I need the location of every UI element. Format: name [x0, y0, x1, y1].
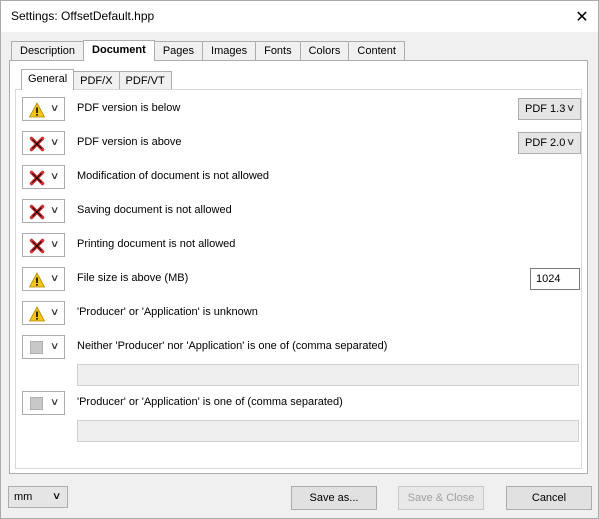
severity-select[interactable]: ∨	[22, 199, 65, 223]
select-value: PDF 1.3	[525, 103, 566, 115]
tab-fonts[interactable]: Fonts	[255, 41, 301, 61]
warning-triangle-icon	[29, 306, 45, 322]
subtab-pdfx[interactable]: PDF/X	[73, 71, 120, 90]
warning-triangle-icon	[29, 272, 45, 288]
severity-select[interactable]: ∨	[22, 391, 65, 415]
chevron-down-icon: ∨	[49, 205, 60, 216]
chevron-down-icon: ∨	[565, 137, 576, 148]
title-bar: Settings: OffsetDefault.hpp ✕	[1, 1, 598, 32]
chevron-down-icon: ∨	[49, 103, 60, 114]
chevron-down-icon: ∨	[51, 491, 62, 502]
chevron-down-icon: ∨	[49, 239, 60, 250]
disabled-square-icon	[30, 341, 43, 354]
severity-select[interactable]: ∨	[22, 131, 65, 155]
rule-row-neither-producer: ∨ Neither 'Producer' nor 'Application' i…	[22, 335, 582, 359]
chevron-down-icon: ∨	[49, 171, 60, 182]
severity-select[interactable]: ∨	[22, 335, 65, 359]
producer-list-input[interactable]	[77, 420, 579, 442]
tab-colors[interactable]: Colors	[299, 41, 350, 61]
save-close-button[interactable]: Save & Close	[398, 486, 484, 510]
settings-dialog: Settings: OffsetDefault.hpp ✕ Descriptio…	[0, 0, 599, 519]
chevron-down-icon: ∨	[49, 341, 60, 352]
rule-label: PDF version is above	[77, 136, 182, 148]
error-x-icon	[29, 204, 45, 220]
tab-images[interactable]: Images	[202, 41, 257, 61]
rule-label: Neither 'Producer' nor 'Application' is …	[77, 340, 388, 352]
tab-document[interactable]: Document	[83, 40, 155, 61]
rule-row-pdf-version-below: ∨ PDF version is below PDF 1.3 ∨	[22, 97, 582, 121]
document-panel: General PDF/X PDF/VT ∨ PDF version is be…	[9, 60, 588, 474]
save-as-button[interactable]: Save as...	[291, 486, 377, 510]
neither-producer-list-input[interactable]	[77, 364, 579, 386]
severity-select[interactable]: ∨	[22, 233, 65, 257]
pdf-version-max-select[interactable]: PDF 2.0 ∨	[518, 132, 581, 154]
rule-label: Saving document is not allowed	[77, 204, 232, 216]
chevron-down-icon: ∨	[49, 397, 60, 408]
cancel-button[interactable]: Cancel	[506, 486, 592, 510]
rule-label: Modification of document is not allowed	[77, 170, 269, 182]
window-title: Settings: OffsetDefault.hpp	[11, 9, 155, 23]
file-size-input[interactable]: 1024	[530, 268, 580, 290]
rule-label: 'Producer' or 'Application' is one of (c…	[77, 396, 343, 408]
chevron-down-icon: ∨	[49, 307, 60, 318]
rule-row-producer-one-of: ∨ 'Producer' or 'Application' is one of …	[22, 391, 582, 415]
error-x-icon	[29, 238, 45, 254]
error-x-icon	[29, 170, 45, 186]
severity-select[interactable]: ∨	[22, 301, 65, 325]
pdf-version-min-select[interactable]: PDF 1.3 ∨	[518, 98, 581, 120]
dialog-footer: mm ∨ Save as... Save & Close Cancel	[1, 476, 598, 518]
chevron-down-icon: ∨	[565, 103, 576, 114]
rule-label: File size is above (MB)	[77, 272, 189, 284]
severity-select[interactable]: ∨	[22, 97, 65, 121]
severity-select[interactable]: ∨	[22, 267, 65, 291]
disabled-square-icon	[30, 397, 43, 410]
rule-row-printing: ∨ Printing document is not allowed	[22, 233, 582, 257]
main-tabbar: Description Document Pages Images Fonts …	[11, 40, 405, 61]
rule-row-saving: ∨ Saving document is not allowed	[22, 199, 582, 223]
subtab-general[interactable]: General	[21, 69, 75, 90]
tab-content[interactable]: Content	[348, 41, 405, 61]
tab-pages[interactable]: Pages	[153, 41, 204, 61]
chevron-down-icon: ∨	[49, 137, 60, 148]
chevron-down-icon: ∨	[49, 273, 60, 284]
select-value: mm	[14, 491, 33, 503]
rule-row-pdf-version-above: ∨ PDF version is above PDF 2.0 ∨	[22, 131, 582, 155]
error-x-icon	[29, 136, 45, 152]
rule-row-file-size: ∨ File size is above (MB) 1024	[22, 267, 582, 291]
rule-label: Printing document is not allowed	[77, 238, 236, 250]
subtab-pdfvt[interactable]: PDF/VT	[118, 71, 172, 90]
rule-label: 'Producer' or 'Application' is unknown	[77, 306, 258, 318]
select-value: PDF 2.0	[525, 137, 566, 149]
close-icon[interactable]: ✕	[566, 1, 598, 32]
warning-triangle-icon	[29, 102, 45, 118]
tab-description[interactable]: Description	[11, 41, 85, 61]
unit-select[interactable]: mm ∨	[8, 486, 68, 508]
rule-label: PDF version is below	[77, 102, 181, 114]
severity-select[interactable]: ∨	[22, 165, 65, 189]
sub-tabbar: General PDF/X PDF/VT	[21, 69, 172, 90]
rule-row-producer-unknown: ∨ 'Producer' or 'Application' is unknown	[22, 301, 582, 325]
rule-row-modification: ∨ Modification of document is not allowe…	[22, 165, 582, 189]
